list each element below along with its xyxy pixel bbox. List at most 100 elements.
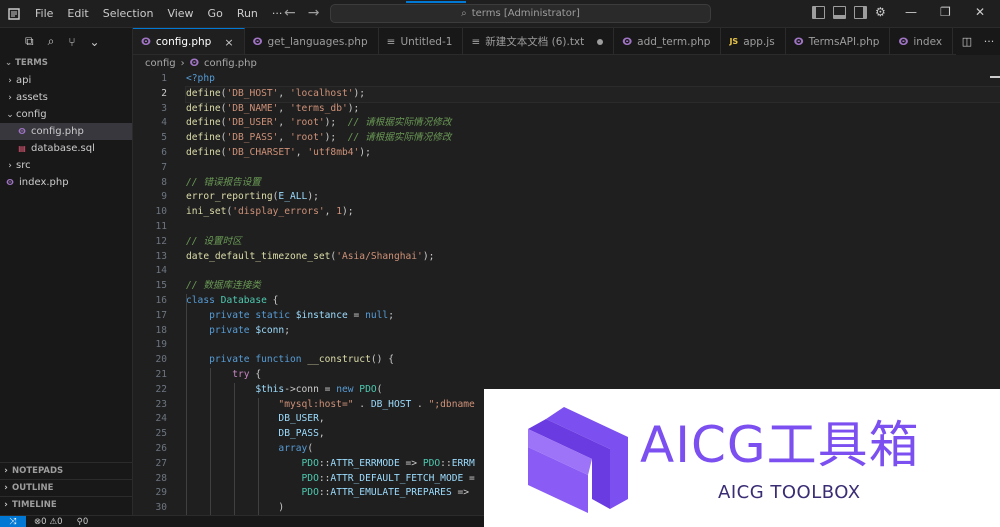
tree-item[interactable]: ▤ database.sql: [0, 140, 132, 157]
code-line[interactable]: ini_set('display_errors', 1);: [186, 205, 1000, 220]
code-line[interactable]: define('DB_PASS', 'root'); // 请根据实际情况修改: [186, 131, 1000, 146]
line-number: 28: [155, 472, 167, 484]
close-icon[interactable]: ×: [224, 36, 233, 49]
line-number: 13: [155, 250, 167, 262]
code-line[interactable]: private $conn;: [186, 324, 1000, 339]
menu-item-run[interactable]: Run: [230, 7, 265, 20]
gear-icon[interactable]: ⚙: [875, 6, 888, 19]
indent-guide: [258, 398, 259, 515]
line-number: 15: [155, 280, 167, 292]
tree-item-label: src: [16, 160, 31, 171]
line-number: 27: [155, 457, 167, 469]
chevron-down-icon: ⌄: [6, 109, 14, 120]
code-line[interactable]: <?php: [186, 72, 1000, 87]
toggle-secondary-sidebar-icon[interactable]: [854, 6, 867, 19]
outline-section[interactable]: › OUTLINE: [0, 479, 133, 496]
code-line[interactable]: define('DB_NAME', 'terms_db');: [186, 102, 1000, 117]
line-number: 4: [161, 117, 167, 129]
code-line[interactable]: try {: [186, 368, 1000, 383]
tree-item[interactable]: › src: [0, 157, 132, 174]
tree-item[interactable]: ⌄ config: [0, 106, 132, 123]
command-center[interactable]: ⌕ terms [Administrator]: [330, 1, 711, 23]
code-line[interactable]: private function __construct() {: [186, 353, 1000, 368]
editor-tab[interactable]: ⵙ config.php ×: [133, 28, 245, 54]
line-number: 17: [155, 309, 167, 321]
code-line[interactable]: // 错误报告设置: [186, 176, 1000, 191]
menu-item-file[interactable]: File: [28, 7, 60, 20]
indent-guide: [186, 294, 187, 515]
forward-arrow-icon[interactable]: →: [308, 5, 320, 21]
explorer-icon[interactable]: ⧉: [25, 34, 34, 49]
remote-icon[interactable]: ⤨: [0, 515, 26, 527]
code-line[interactable]: [186, 220, 1000, 235]
code-line[interactable]: define('DB_HOST', 'localhost');: [185, 85, 1000, 103]
code-line[interactable]: error_reporting(E_ALL);: [186, 190, 1000, 205]
line-number: 12: [155, 235, 167, 247]
editor-tab[interactable]: JS app.js: [721, 28, 786, 54]
line-number: 14: [155, 265, 167, 277]
editor-tab[interactable]: ≡ 新建文本文档 (6).txt: [463, 28, 615, 54]
aicg-logo-icon: [528, 407, 628, 513]
toggle-sidebar-icon[interactable]: [812, 6, 825, 19]
restore-icon[interactable]: ❐: [940, 5, 951, 19]
breadcrumb-folder[interactable]: config: [145, 58, 176, 69]
back-arrow-icon[interactable]: ←: [284, 5, 296, 21]
file-tree: › api › assets ⌄ config ⵙ config.php ▤ database.s…: [0, 72, 132, 191]
title-bar: File Edit Selection View Go Run ··· ← → ⌕ term…: [0, 0, 1000, 28]
close-icon[interactable]: ✕: [975, 5, 985, 19]
code-line[interactable]: define('DB_CHARSET', 'utf8mb4');: [186, 146, 1000, 161]
editor-tab[interactable]: ⵙ TermsAPI.php: [786, 28, 891, 54]
chevron-down-icon: ⌄: [5, 58, 16, 68]
line-number: 6: [161, 146, 167, 158]
code-line[interactable]: define('DB_USER', 'root'); // 请根据实际情况修改: [186, 116, 1000, 131]
tree-item[interactable]: › assets: [0, 89, 132, 106]
code-line[interactable]: // 数据库连接类: [186, 279, 1000, 294]
chevron-down-icon[interactable]: ⌄: [90, 35, 100, 49]
notepads-section[interactable]: › NOTEPADS: [0, 462, 133, 479]
menu-item-selection[interactable]: Selection: [96, 7, 161, 20]
tree-item[interactable]: ⵙ config.php: [0, 123, 132, 140]
line-number: 5: [161, 132, 167, 144]
toggle-panel-icon[interactable]: [833, 6, 846, 19]
tree-item[interactable]: ⵙ index.php: [0, 174, 132, 191]
php-file-icon: ⵙ: [6, 178, 14, 187]
error-count[interactable]: 0: [41, 517, 46, 527]
explorer-section-title[interactable]: ⌄ TERMS: [0, 55, 132, 72]
menu-item-view[interactable]: View: [160, 7, 200, 20]
layout-controls: ⚙: [812, 6, 888, 19]
search-icon[interactable]: ⌕: [48, 34, 55, 49]
editor-tab[interactable]: ⵙ add_term.php: [614, 28, 722, 54]
menu-item-edit[interactable]: Edit: [60, 7, 95, 20]
editor-tab[interactable]: ⵙ index: [890, 28, 954, 54]
code-line[interactable]: [186, 264, 1000, 279]
split-editor-icon[interactable]: ◫: [962, 35, 972, 48]
code-line[interactable]: date_default_timezone_set('Asia/Shanghai…: [186, 250, 1000, 265]
code-line[interactable]: // 设置时区: [186, 235, 1000, 250]
timeline-section[interactable]: › TIMELINE: [0, 496, 133, 513]
tree-item-label: config: [16, 109, 47, 120]
tab-label: 新建文本文档 (6).txt: [485, 36, 585, 48]
code-line[interactable]: [186, 161, 1000, 176]
breadcrumb-file[interactable]: config.php: [204, 58, 257, 69]
line-number: 19: [155, 339, 167, 351]
line-number: 29: [155, 487, 167, 499]
ports-count[interactable]: 0: [83, 517, 88, 527]
editor-tab[interactable]: ⵙ get_languages.php: [245, 28, 379, 54]
code-line[interactable]: [186, 338, 1000, 353]
code-line[interactable]: private static $instance = null;: [186, 309, 1000, 324]
editor-tab[interactable]: ≡ Untitled-1: [379, 28, 464, 54]
source-control-icon[interactable]: ⑂: [68, 35, 75, 49]
php-file-icon: ⵙ: [252, 35, 263, 48]
chevron-right-icon: ›: [8, 92, 12, 103]
unsaved-dot-icon[interactable]: [597, 38, 604, 45]
minimize-icon[interactable]: —: [905, 5, 917, 19]
menu-item-go[interactable]: Go: [201, 7, 230, 20]
text-file-icon: ≡: [386, 35, 396, 48]
sidebar-toolbar: ⧉ ⌕ ⑂ ⌄: [0, 28, 132, 55]
progress-indicator: [406, 1, 466, 3]
chevron-right-icon: ›: [4, 500, 8, 510]
tree-item[interactable]: › api: [0, 72, 132, 89]
warning-count[interactable]: 0: [57, 517, 62, 527]
code-line[interactable]: class Database {: [186, 294, 1000, 309]
more-actions-icon[interactable]: ···: [984, 35, 995, 48]
